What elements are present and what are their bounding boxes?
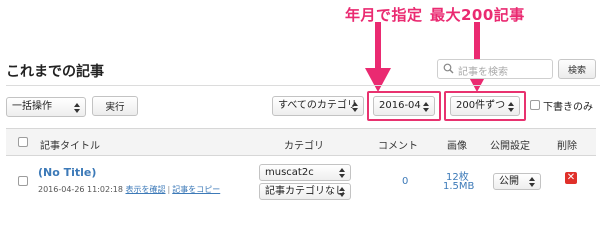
select-arrows-icon bbox=[352, 101, 358, 119]
search-placeholder: 記事を検索 bbox=[458, 67, 508, 78]
post-title-link[interactable]: (No Title) bbox=[38, 166, 96, 179]
page-title: これまでの記事 bbox=[6, 64, 104, 80]
month-filter-value: 2016-04 bbox=[379, 100, 421, 111]
column-header-delete: 削除 bbox=[557, 141, 577, 152]
annotation-arrow-max bbox=[464, 22, 490, 92]
bulk-action-value: 一括操作 bbox=[12, 101, 52, 112]
search-button[interactable]: 検索 bbox=[558, 59, 596, 79]
select-arrows-icon bbox=[529, 177, 535, 192]
table-header: 記事タイトル カテゴリ コメント 画像 公開設定 削除 bbox=[6, 128, 596, 156]
visibility-value: 公開 bbox=[499, 176, 519, 187]
annotation-arrow-date bbox=[365, 22, 391, 92]
select-arrows-icon bbox=[339, 168, 345, 183]
column-header-category[interactable]: カテゴリ bbox=[284, 137, 324, 152]
divider bbox=[6, 85, 600, 86]
column-header-comments[interactable]: コメント bbox=[378, 137, 418, 152]
category-filter-select[interactable]: すべてのカテゴリ bbox=[272, 96, 364, 116]
category-filter-value: すべてのカテゴリ bbox=[278, 100, 357, 111]
drafts-only-label: 下書きのみ bbox=[543, 102, 593, 113]
select-arrows-icon bbox=[508, 101, 514, 119]
row-checkbox[interactable] bbox=[18, 176, 28, 186]
per-page-select[interactable]: 200件ずつ bbox=[450, 96, 520, 116]
search-icon bbox=[443, 63, 454, 77]
column-header-visibility: 公開設定 bbox=[490, 141, 530, 152]
per-page-value: 200件ずつ bbox=[456, 100, 506, 111]
visibility-select[interactable]: 公開 bbox=[493, 173, 541, 190]
category-primary-select[interactable]: muscat2c bbox=[259, 164, 351, 181]
column-header-title[interactable]: 記事タイトル bbox=[40, 137, 100, 152]
category-primary-value: muscat2c bbox=[265, 167, 314, 178]
delete-icon[interactable]: ✕ bbox=[565, 172, 577, 184]
post-meta: 2016-04-26 11:02:18 表示を確認 | 記事をコピー bbox=[38, 184, 220, 195]
column-header-images[interactable]: 画像 bbox=[447, 137, 467, 152]
drafts-only-checkbox[interactable] bbox=[530, 100, 540, 110]
copy-post-link[interactable]: 記事をコピー bbox=[172, 185, 220, 194]
post-datetime: 2016-04-26 11:02:18 bbox=[38, 185, 123, 194]
comment-count[interactable]: 0 bbox=[402, 176, 408, 187]
select-all-checkbox[interactable] bbox=[18, 137, 28, 147]
select-arrows-icon bbox=[423, 101, 429, 119]
apply-button[interactable]: 実行 bbox=[92, 96, 138, 116]
category-secondary-value: 記事カテゴリなし bbox=[265, 186, 345, 197]
view-post-link[interactable]: 表示を確認 bbox=[126, 185, 166, 194]
category-secondary-select[interactable]: 記事カテゴリなし bbox=[259, 183, 351, 200]
month-filter-select[interactable]: 2016-04 bbox=[373, 96, 435, 116]
select-arrows-icon bbox=[74, 102, 80, 120]
search-input[interactable]: 記事を検索 bbox=[437, 59, 553, 79]
image-size: 1.5MB bbox=[443, 181, 475, 192]
bulk-action-select[interactable]: 一括操作 bbox=[6, 97, 86, 117]
select-arrows-icon bbox=[339, 187, 345, 202]
